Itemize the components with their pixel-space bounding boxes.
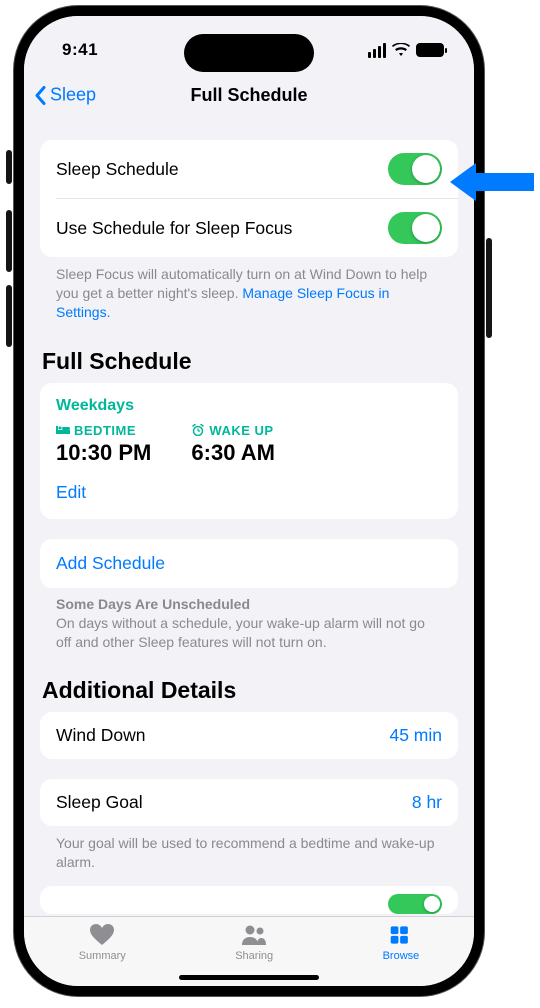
page-title: Full Schedule (190, 85, 307, 106)
add-schedule-button[interactable]: Add Schedule (40, 539, 458, 588)
sleep-schedule-row: Sleep Schedule (40, 140, 458, 198)
sleep-goal-row[interactable]: Sleep Goal 8 hr (40, 779, 458, 826)
use-focus-row: Use Schedule for Sleep Focus (40, 199, 458, 257)
unscheduled-body: On days without a schedule, your wake-up… (40, 612, 458, 652)
sleep-schedule-toggle[interactable] (388, 153, 442, 185)
chevron-left-icon (34, 85, 46, 105)
wind-down-card: Wind Down 45 min (40, 712, 458, 759)
sleep-goal-footer: Your goal will be used to recommend a be… (40, 826, 458, 872)
status-time: 9:41 (62, 40, 98, 60)
wifi-icon (392, 43, 410, 57)
heart-icon (88, 923, 116, 947)
power-button (486, 238, 492, 338)
sleep-schedule-label: Sleep Schedule (56, 159, 179, 180)
weekday-schedule-card: Weekdays BEDTIME 10:30 PM (40, 383, 458, 519)
volume-silent-switch (6, 150, 12, 184)
use-focus-label: Use Schedule for Sleep Focus (56, 218, 292, 239)
volume-down-button (6, 285, 12, 347)
tab-summary-label: Summary (79, 950, 126, 962)
tab-browse-label: Browse (383, 950, 420, 962)
additional-details-header: Additional Details (40, 651, 458, 712)
bedtime-column: BEDTIME 10:30 PM (56, 423, 151, 466)
wind-down-value: 45 min (389, 725, 442, 746)
bed-icon (56, 424, 70, 436)
bedtime-label: BEDTIME (74, 423, 136, 438)
battery-icon (416, 43, 444, 57)
people-icon (240, 923, 268, 947)
alarm-clock-icon (191, 424, 205, 436)
sleep-goal-label: Sleep Goal (56, 792, 143, 813)
tab-browse[interactable]: Browse (383, 923, 420, 986)
wakeup-column: WAKE UP 6:30 AM (191, 423, 275, 466)
dynamic-island (184, 34, 314, 72)
wakeup-label: WAKE UP (209, 423, 273, 438)
wind-down-row[interactable]: Wind Down 45 min (40, 712, 458, 759)
tab-sharing-label: Sharing (235, 950, 273, 962)
sleep-toggles-card: Sleep Schedule Use Schedule for Sleep Fo… (40, 140, 458, 257)
wind-down-label: Wind Down (56, 725, 145, 746)
full-schedule-header: Full Schedule (40, 322, 458, 383)
back-button[interactable]: Sleep (34, 85, 96, 106)
grid-icon (387, 923, 415, 947)
nav-bar: Sleep Full Schedule (24, 70, 474, 120)
wakeup-value: 6:30 AM (191, 440, 275, 466)
sleep-goal-card: Sleep Goal 8 hr (40, 779, 458, 826)
cellular-signal-icon (368, 43, 386, 58)
callout-arrow-icon (450, 157, 534, 207)
bedtime-value: 10:30 PM (56, 440, 151, 466)
back-label: Sleep (50, 85, 96, 106)
next-card-peek (40, 886, 458, 914)
sleep-goal-value: 8 hr (412, 792, 442, 813)
unscheduled-header: Some Days Are Unscheduled (40, 588, 458, 612)
schedule-days-label: Weekdays (56, 397, 134, 414)
edit-schedule-button[interactable]: Edit (56, 482, 442, 503)
phone-frame: 9:41 Sleep Full Schedule Sleep Schedule (14, 6, 484, 996)
focus-footer-text: Sleep Focus will automatically turn on a… (40, 257, 458, 322)
home-indicator (179, 975, 319, 980)
add-schedule-card: Add Schedule (40, 539, 458, 588)
next-toggle-peek[interactable] (388, 894, 442, 914)
content-area: Sleep Schedule Use Schedule for Sleep Fo… (24, 120, 474, 916)
use-focus-toggle[interactable] (388, 212, 442, 244)
volume-up-button (6, 210, 12, 272)
tab-summary[interactable]: Summary (79, 923, 126, 986)
